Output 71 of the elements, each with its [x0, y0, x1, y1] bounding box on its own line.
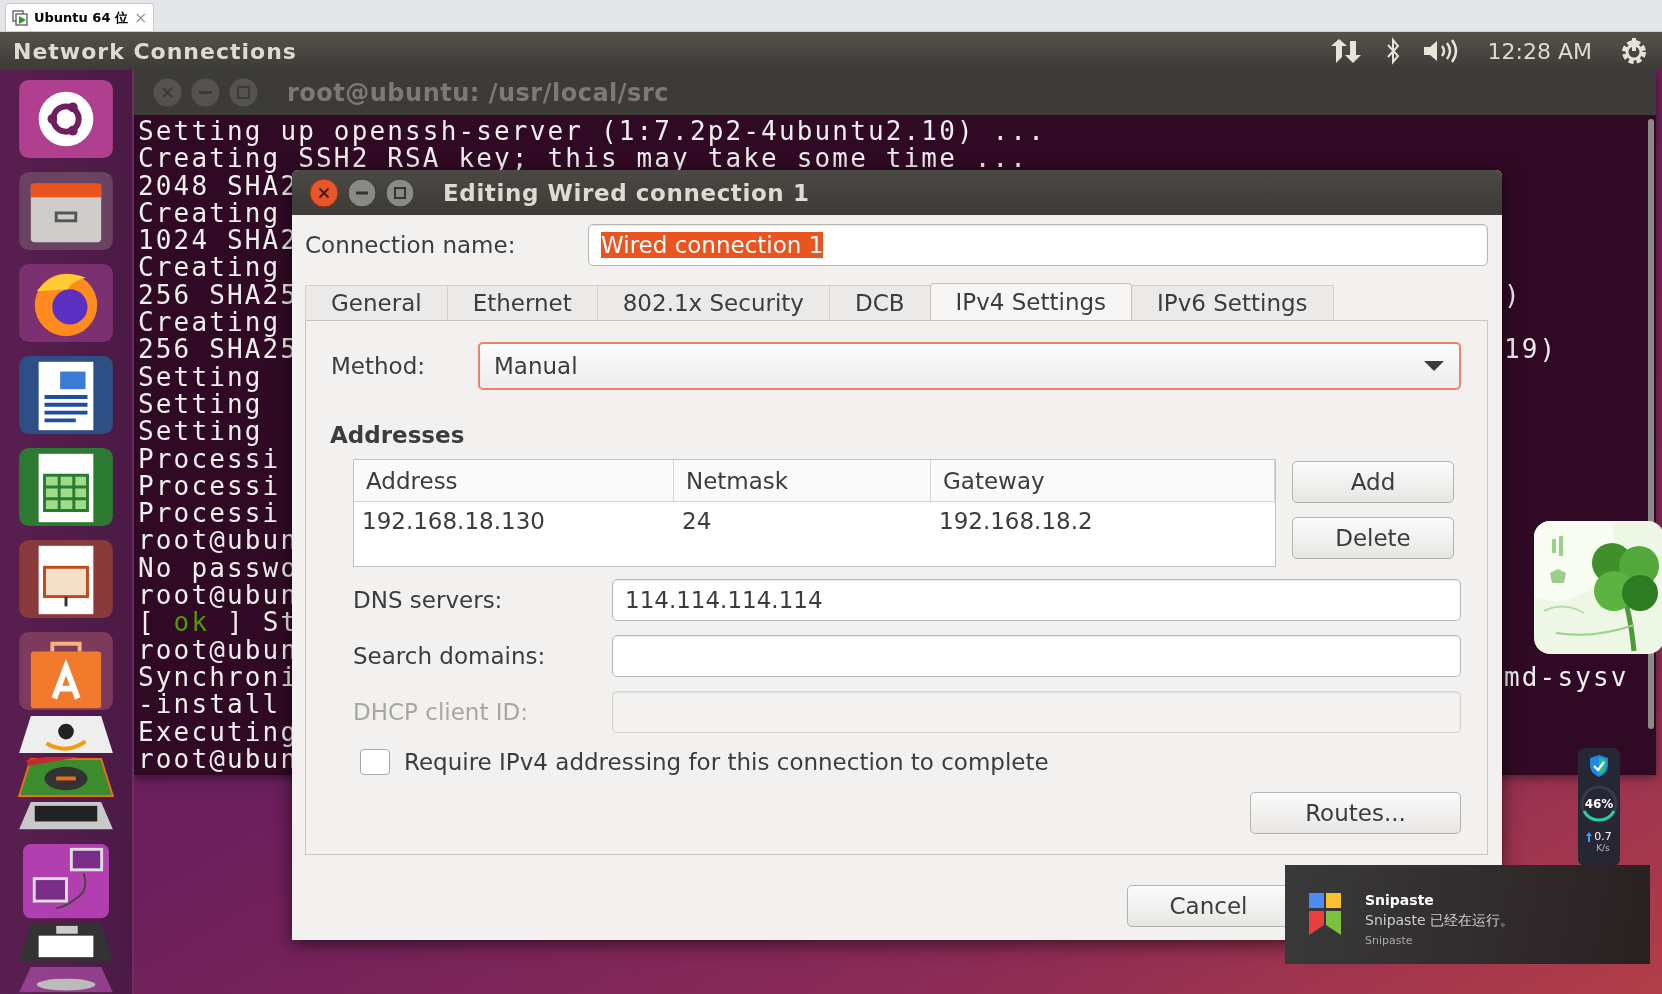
notification-message: Snipaste 已经在运行。 [1365, 911, 1514, 930]
column-header[interactable]: Gateway [931, 460, 1275, 502]
field-label: Search domains: [353, 643, 547, 669]
maximize-icon[interactable] [385, 177, 415, 208]
tab[interactable]: IPv6 Settings [1131, 285, 1334, 320]
routes-button[interactable]: Routes... [1250, 792, 1461, 834]
terminal-line: md-sysv [1504, 663, 1629, 692]
field-label: Connection name: [305, 232, 517, 258]
table-action-button[interactable]: Delete [1292, 517, 1454, 559]
tab[interactable]: DCB [828, 285, 931, 320]
terminal-line: Processi [138, 470, 281, 501]
caret-icon [1423, 360, 1445, 372]
column-header[interactable]: Netmask [674, 460, 931, 502]
folded-tile-icon[interactable] [16, 800, 116, 832]
tab[interactable]: General [305, 285, 448, 320]
terminal-line: 19) [1504, 336, 1558, 364]
network-speed: 0.7 [1594, 830, 1612, 843]
window-title: root@ubuntu: /usr/local/src [287, 78, 669, 107]
shopping-bag-icon[interactable] [16, 630, 116, 713]
folded-tile-icon[interactable] [16, 921, 116, 963]
tab[interactable]: 802.1x Security [596, 285, 830, 320]
table-action-button[interactable]: Add [1292, 461, 1454, 503]
document-icon[interactable] [16, 354, 116, 437]
upload-arrow-icon [1586, 831, 1593, 842]
connection-name-field[interactable]: Wired connection 1 [588, 224, 1488, 266]
table-cell-text: 192.168.18.130 [361, 507, 546, 536]
presentation-icon[interactable] [16, 538, 116, 621]
app-logo-icon[interactable] [1309, 893, 1341, 935]
field-label: DNS servers: [353, 587, 504, 613]
clock[interactable]: 12:28 AM [1487, 38, 1592, 64]
tab[interactable]: IPv4 Settings [929, 283, 1133, 320]
system-monitor-widget[interactable]: 46% 0.7 K/s [1578, 748, 1620, 866]
terminal-line: ) [1504, 281, 1522, 310]
folded-tile-icon[interactable] [16, 757, 116, 799]
section-heading: Addresses [330, 421, 466, 450]
field-label: DHCP client ID: [353, 699, 529, 725]
vm-icon [12, 9, 28, 26]
speed-unit: K/s [1596, 843, 1610, 853]
globe-icon[interactable] [16, 262, 116, 345]
terminal-line: Creating [138, 197, 281, 228]
drawer-icon[interactable] [16, 170, 116, 253]
column-header[interactable]: Address [354, 460, 674, 502]
terminal-line: Executing [138, 716, 299, 747]
shield-check-icon [1589, 754, 1609, 778]
method-dropdown[interactable]: Manual [478, 342, 1461, 390]
cpu-percent: 46% [1584, 797, 1614, 811]
notification-toast[interactable]: Snipaste Snipaste 已经在运行。 Snipaste [1285, 865, 1650, 964]
spreadsheet-icon[interactable] [16, 446, 116, 529]
tab[interactable]: Ethernet [446, 285, 598, 320]
input-field[interactable] [612, 635, 1461, 677]
folded-tile-icon[interactable] [16, 714, 116, 756]
gauge-ring [1579, 784, 1619, 824]
checkbox-label[interactable]: Require IPv4 addressing for this connection to complete [404, 749, 1049, 775]
notification-title: Snipaste [1365, 891, 1435, 910]
browser-tab[interactable]: Ubuntu 64 位 × [5, 3, 155, 31]
input-field[interactable]: 114.114.114.114 [612, 579, 1461, 621]
field-label: Method: [330, 353, 426, 379]
minimize-icon[interactable] [347, 177, 377, 208]
notification-source: Snipaste [1365, 933, 1414, 949]
window-title: Editing Wired connection 1 [443, 179, 810, 206]
table-cell-text: 24 [681, 507, 713, 536]
terminal-line: Setting up openssh-server (1:7.2p2-4ubuntu2.10) ... [138, 116, 1046, 146]
panel-title: Network Connections [13, 38, 298, 64]
terminal-line: Creating [138, 252, 281, 283]
tab-title: Ubuntu 64 位 [34, 8, 128, 27]
table-cell-text: 192.168.18.2 [938, 507, 1094, 536]
checkbox[interactable] [360, 749, 390, 775]
close-icon[interactable] [309, 177, 339, 208]
dash-icon[interactable] [16, 78, 116, 161]
terminal-line: Setting [138, 361, 263, 392]
terminal-line: Creating [138, 307, 281, 338]
